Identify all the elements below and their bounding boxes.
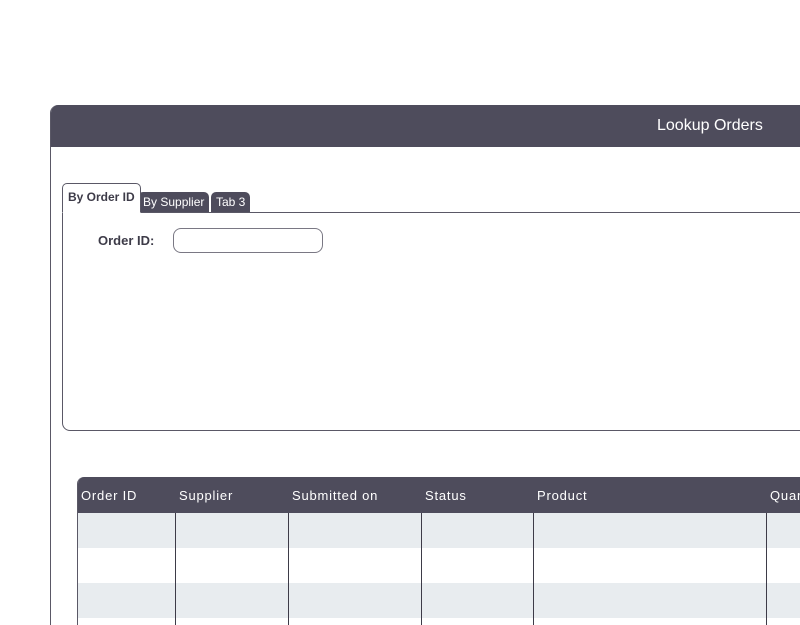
column-header-product[interactable]: Product <box>537 477 587 513</box>
order-id-label: Order ID: <box>98 233 155 248</box>
column-header-status[interactable]: Status <box>425 477 467 513</box>
column-divider <box>175 513 176 625</box>
tab-by-supplier[interactable]: By Supplier <box>138 192 210 213</box>
lookup-tabs: By Order ID By Supplier Tab 3 <box>62 183 800 213</box>
tab-by-order-id[interactable]: By Order ID <box>62 183 141 213</box>
orders-grid: Order ID Supplier Submitted on Status Pr… <box>77 477 800 625</box>
column-divider <box>421 513 422 625</box>
window-titlebar: Lookup Orders <box>51 105 800 147</box>
tab-panel-by-order-id: Order ID: <box>62 212 800 431</box>
column-divider <box>533 513 534 625</box>
table-row[interactable] <box>78 513 800 548</box>
column-divider <box>288 513 289 625</box>
column-header-order-id[interactable]: Order ID <box>81 477 137 513</box>
column-header-quantity[interactable]: Quantity <box>770 477 800 513</box>
order-id-input[interactable] <box>173 228 323 253</box>
table-row[interactable] <box>78 583 800 618</box>
column-header-supplier[interactable]: Supplier <box>179 477 233 513</box>
grid-header: Order ID Supplier Submitted on Status Pr… <box>78 477 800 513</box>
column-divider <box>766 513 767 625</box>
table-row[interactable] <box>78 548 800 583</box>
lookup-orders-window: Lookup Orders By Order ID By Supplier Ta… <box>50 105 800 625</box>
column-header-submitted-on[interactable]: Submitted on <box>292 477 378 513</box>
tab-3[interactable]: Tab 3 <box>211 192 251 213</box>
window-title: Lookup Orders <box>657 117 763 134</box>
